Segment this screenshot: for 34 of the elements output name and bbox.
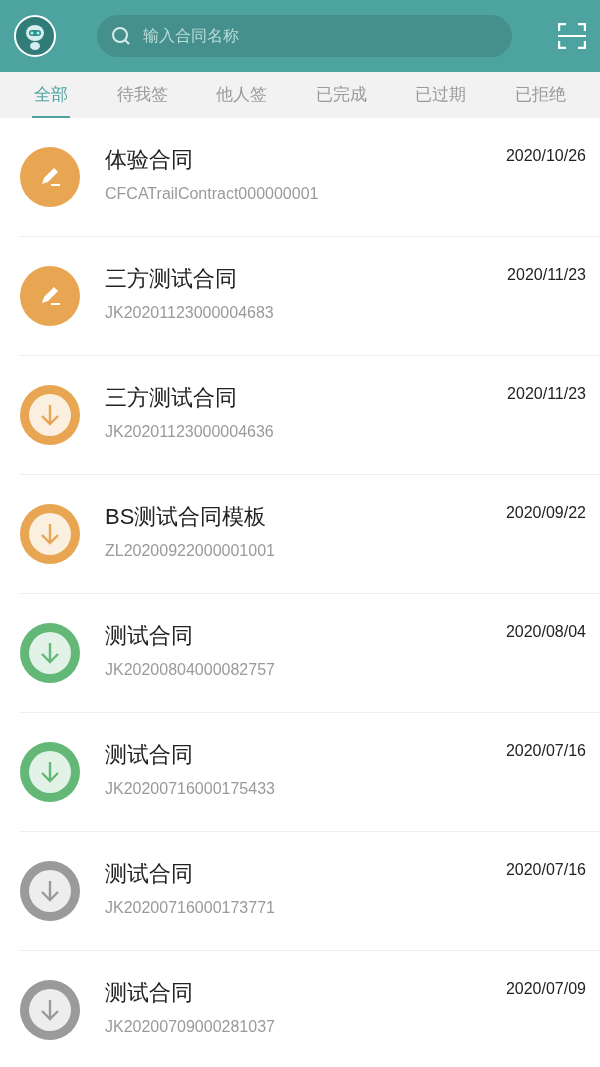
contract-number: JK20200804000082757 <box>105 660 275 680</box>
filter-tab[interactable]: 已完成 <box>313 72 369 118</box>
contract-date: 2020/07/09 <box>505 979 586 999</box>
contract-date: 2020/11/23 <box>507 265 586 285</box>
contract-number: ZL20200922000001001 <box>105 541 275 561</box>
contract-title: 体验合同 <box>105 146 193 174</box>
robot-avatar-icon[interactable] <box>14 15 56 57</box>
contract-date: 2020/11/23 <box>507 384 586 404</box>
contract-date: 2020/08/04 <box>505 622 586 642</box>
contract-title: 测试合同 <box>105 741 193 769</box>
search-field[interactable]: 输入合同名称 <box>97 15 512 57</box>
contract-title: 三方测试合同 <box>105 384 237 412</box>
contract-number: JK20200716000173771 <box>105 898 275 918</box>
filter-tab[interactable]: 已过期 <box>413 72 469 118</box>
contract-date: 2020/07/16 <box>505 860 586 880</box>
contract-number: JK20200716000175433 <box>105 779 275 799</box>
filter-tab[interactable]: 全部 <box>32 72 71 118</box>
contract-title: 测试合同 <box>105 622 193 650</box>
contract-number: JK20201123000004636 <box>105 422 274 442</box>
contract-date: 2020/09/22 <box>505 503 586 523</box>
contract-number: JK20200709000281037 <box>105 1017 275 1037</box>
filter-tab[interactable]: 他人签 <box>214 72 270 118</box>
contract-title: BS测试合同模板 <box>105 503 267 531</box>
contract-date: 2020/07/16 <box>505 741 586 761</box>
contract-title: 测试合同 <box>105 860 193 888</box>
scan-icon[interactable] <box>558 23 586 49</box>
contract-title: 三方测试合同 <box>105 265 237 293</box>
contract-date: 2020/10/26 <box>505 146 586 166</box>
contract-number: CFCATrailContract000000001 <box>105 184 319 204</box>
contract-title: 测试合同 <box>105 979 193 1007</box>
filter-tab[interactable]: 待我签 <box>114 72 170 118</box>
filter-tab[interactable]: 已拒绝 <box>512 72 568 118</box>
search-icon <box>111 26 131 46</box>
contract-number: JK20201123000004683 <box>105 303 274 323</box>
